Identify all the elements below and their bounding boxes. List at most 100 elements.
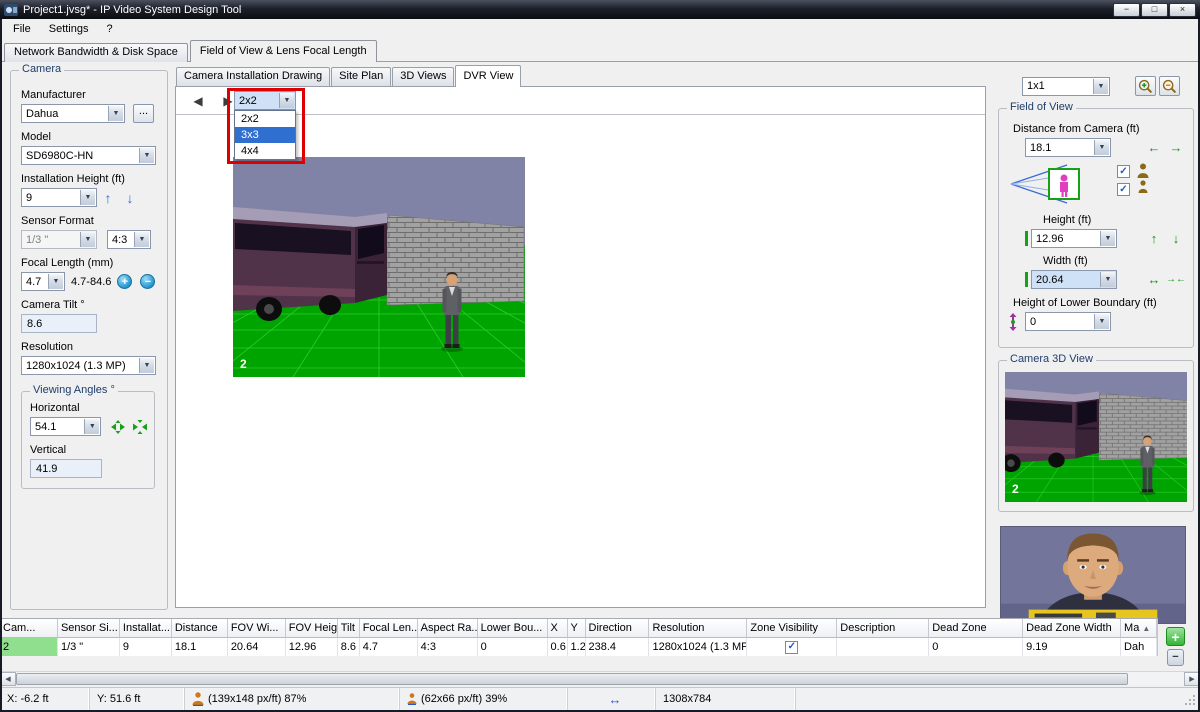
widen-angle-icon[interactable]: [110, 420, 126, 434]
show-person-1-checkbox[interactable]: ✓: [1117, 165, 1130, 178]
height-select[interactable]: 12.96 ▼: [1031, 229, 1117, 248]
minimize-button[interactable]: −: [1113, 3, 1140, 17]
manufacturer-label: Manufacturer: [21, 89, 159, 101]
distance-select[interactable]: 18.1 ▼: [1025, 138, 1111, 157]
col-lower-boundary[interactable]: Lower Bou...: [478, 619, 548, 638]
col-installation[interactable]: Installat...: [120, 619, 172, 638]
horizontal-angle-select[interactable]: 54.1 ▼: [30, 417, 101, 436]
narrow-angle-icon[interactable]: [132, 420, 148, 434]
resolution-select[interactable]: 1280x1024 (1.3 MP) ▼: [21, 356, 156, 375]
col-y[interactable]: Y: [568, 619, 586, 638]
col-zone-visibility[interactable]: Zone Visibility: [747, 619, 837, 638]
horizontal-scrollbar[interactable]: ◀ ▶: [0, 671, 1200, 685]
col-aspect-ratio[interactable]: Aspect Ra...: [418, 619, 478, 638]
lower-boundary-select[interactable]: 0 ▼: [1025, 312, 1111, 331]
col-fov-width[interactable]: FOV Wi...: [228, 619, 286, 638]
view-tab-strip: Camera Installation Drawing Site Plan 3D…: [176, 64, 522, 86]
col-description[interactable]: Description: [837, 619, 929, 638]
camera-view-cell[interactable]: 2: [233, 157, 525, 377]
increase-height-button[interactable]: ↑: [1143, 231, 1165, 246]
focal-length-label: Focal Length (mm): [21, 257, 159, 269]
chevron-down-icon: ▼: [134, 232, 149, 247]
aspect-ratio-select[interactable]: 4:3 ▼: [107, 230, 151, 249]
add-camera-button[interactable]: +: [1166, 627, 1185, 646]
menu-file[interactable]: File: [4, 21, 40, 37]
remove-camera-button[interactable]: −: [1167, 649, 1184, 666]
table-row[interactable]: 2 1/3 " 9 18.1 20.64 12.96 8.6 4.7 4:3 0…: [0, 638, 1157, 656]
tab-field-of-view[interactable]: Field of View & Lens Focal Length: [190, 40, 377, 62]
dvr-grid-select[interactable]: 2x2 ▼: [234, 91, 296, 110]
title-bar: Project1.jvsg* - IP Video System Design …: [0, 0, 1200, 19]
close-button[interactable]: ×: [1169, 3, 1196, 17]
zoom-out-button[interactable]: [1159, 76, 1180, 96]
width-select[interactable]: 20.64 ▼: [1031, 270, 1117, 289]
person-detail-thumbnail[interactable]: [1000, 526, 1186, 624]
menu-settings[interactable]: Settings: [40, 21, 98, 37]
lower-camera-button[interactable]: ↓: [119, 190, 141, 206]
layout-select[interactable]: 1x1 ▼: [1022, 77, 1110, 96]
chevron-down-icon: ▼: [84, 419, 99, 434]
browse-manufacturer-button[interactable]: ...: [133, 104, 154, 123]
scrollbar-thumb[interactable]: [16, 673, 1128, 685]
show-person-2-checkbox[interactable]: ✓: [1117, 183, 1130, 196]
camera-group: Camera Manufacturer Dahua ▼ ... Model SD…: [10, 70, 168, 610]
sort-asc-icon: ▲: [1142, 624, 1150, 633]
col-direction[interactable]: Direction: [586, 619, 650, 638]
field-of-view-label: Field of View: [1007, 101, 1076, 113]
camera-3d-view-group: Camera 3D View 2: [998, 360, 1194, 512]
camera-3d-thumbnail[interactable]: 2: [1005, 372, 1187, 502]
dvr-grid-dropdown-list: 2x2 3x3 4x4: [234, 110, 296, 160]
tab-site-plan[interactable]: Site Plan: [331, 67, 391, 86]
vertical-angle-field[interactable]: 41.9: [30, 459, 102, 478]
resolution-label: Resolution: [21, 341, 159, 353]
previous-camera-button[interactable]: ◀: [190, 94, 206, 108]
manufacturer-select[interactable]: Dahua ▼: [21, 104, 125, 123]
zoom-in-button[interactable]: [1135, 76, 1156, 96]
resize-grip-icon[interactable]: [1185, 695, 1197, 707]
decrease-height-button[interactable]: ↓: [1165, 231, 1187, 246]
sensor-format-select[interactable]: 1/3 " ▼: [21, 230, 97, 249]
zoom-in-lens-button[interactable]: +: [117, 274, 132, 289]
height-label: Height (ft): [1043, 214, 1187, 226]
col-manufacturer[interactable]: Ma▲: [1121, 619, 1157, 638]
focal-length-select[interactable]: 4.7 ▼: [21, 272, 65, 291]
col-resolution[interactable]: Resolution: [649, 619, 747, 638]
col-focal-length[interactable]: Focal Len...: [360, 619, 418, 638]
tab-dvr-view[interactable]: DVR View: [455, 65, 521, 87]
col-dead-zone-width[interactable]: Dead Zone Width: [1023, 619, 1121, 638]
grid-option-4x4[interactable]: 4x4: [235, 143, 295, 159]
col-camera[interactable]: Cam...: [0, 619, 58, 638]
chevron-down-icon: ▼: [139, 148, 154, 163]
narrow-fov-button[interactable]: →←: [1165, 274, 1187, 285]
widen-fov-button[interactable]: ↔: [1143, 272, 1165, 287]
installation-height-select[interactable]: 9 ▼: [21, 188, 97, 207]
grid-option-3x3[interactable]: 3x3: [235, 127, 295, 143]
col-sensor[interactable]: Sensor Si...: [58, 619, 120, 638]
fov-side-panel: 1x1 ▼ Field of View: [996, 70, 1198, 624]
zoom-out-lens-button[interactable]: −: [140, 274, 155, 289]
chevron-down-icon: ▼: [1094, 140, 1109, 155]
grid-option-2x2[interactable]: 2x2: [235, 111, 295, 127]
model-select[interactable]: SD6980C-HN ▼: [21, 146, 156, 165]
col-dead-zone[interactable]: Dead Zone: [929, 619, 1023, 638]
col-x[interactable]: X: [548, 619, 568, 638]
raise-camera-button[interactable]: ↑: [97, 190, 119, 206]
width-marker-icon: [1025, 272, 1028, 287]
scroll-left-button[interactable]: ◀: [0, 672, 16, 686]
camera-tilt-field[interactable]: 8.6: [21, 314, 97, 333]
col-distance[interactable]: Distance: [172, 619, 228, 638]
tab-network-bandwidth[interactable]: Network Bandwidth & Disk Space: [4, 43, 188, 62]
menu-bar: File Settings ?: [0, 19, 1200, 39]
tab-3d-views[interactable]: 3D Views: [392, 67, 454, 86]
camera-number-label: 2: [240, 357, 247, 371]
move-closer-button[interactable]: ←: [1143, 140, 1165, 155]
camera-3d-view-label: Camera 3D View: [1007, 353, 1096, 365]
col-fov-height[interactable]: FOV Heig...: [286, 619, 338, 638]
camera-table: Cam... Sensor Si... Installat... Distanc…: [0, 618, 1158, 656]
zone-visibility-checkbox[interactable]: ✓: [785, 641, 798, 654]
move-farther-button[interactable]: →: [1165, 140, 1187, 155]
col-tilt[interactable]: Tilt: [338, 619, 360, 638]
tab-camera-installation-drawing[interactable]: Camera Installation Drawing: [176, 67, 330, 86]
maximize-button[interactable]: □: [1141, 3, 1168, 17]
menu-help[interactable]: ?: [97, 21, 121, 37]
